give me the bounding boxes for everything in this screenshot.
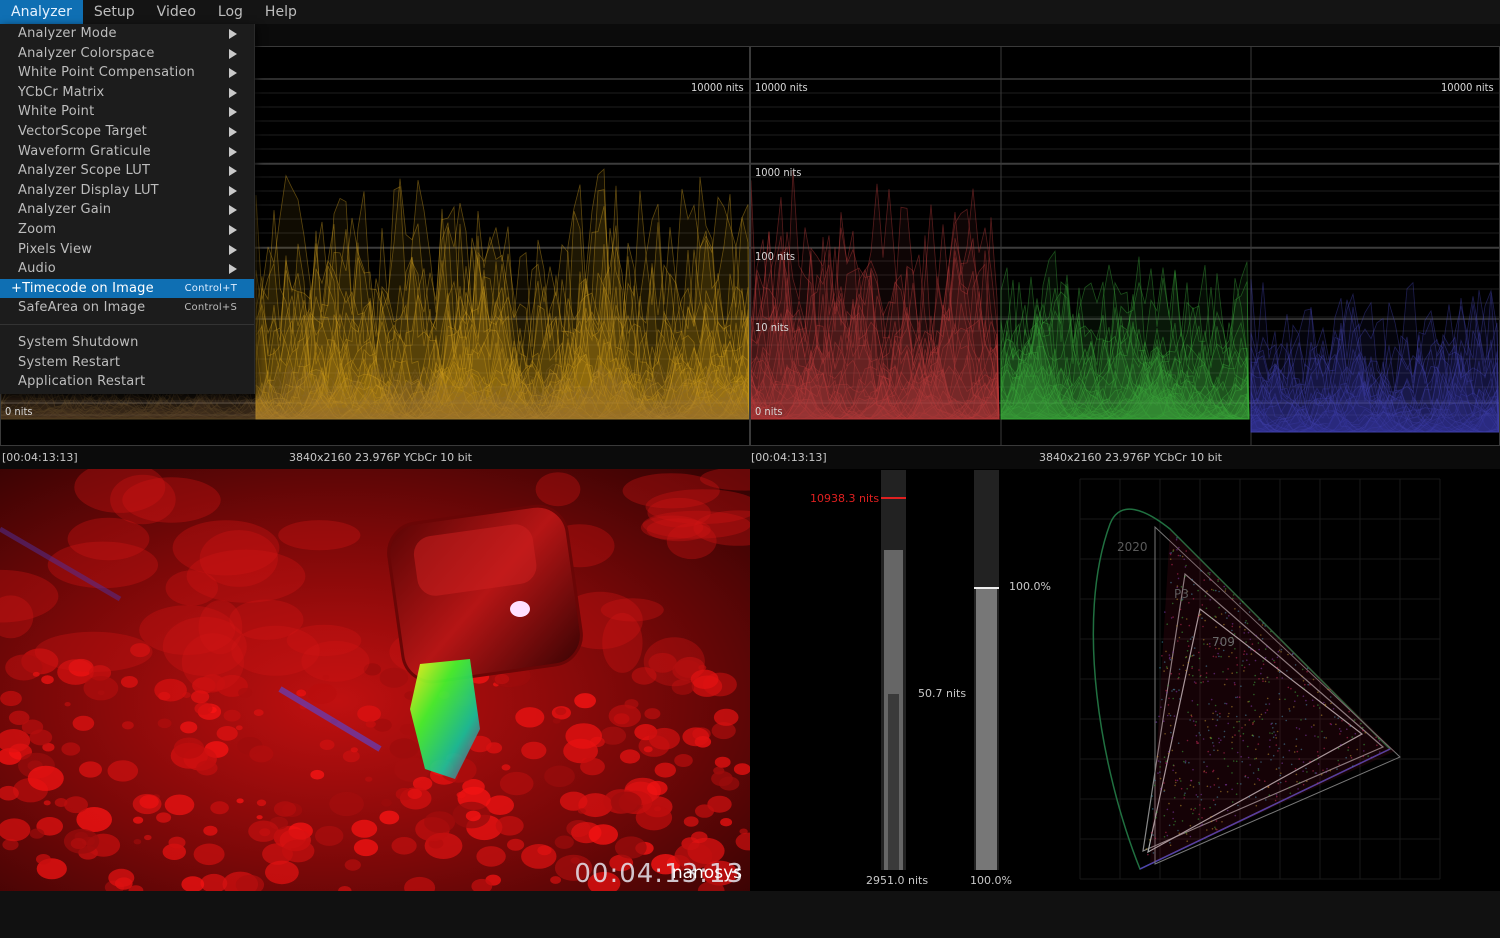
meters-gamut-panel: 10938.3 nits 50.7 nits 2951.0 nits 100.0… [750, 469, 1500, 891]
menu-item-analyzer-colorspace[interactable]: Analyzer Colorspace [0, 44, 254, 64]
menu-setup[interactable]: Setup [83, 0, 146, 24]
menu-item-label: Analyzer Scope LUT [18, 163, 151, 179]
nits-peak-label: 10938.3 nits [810, 492, 880, 505]
rgb-100-nits-label: 100 nits [755, 250, 796, 263]
menu-item-audio[interactable]: Audio [0, 259, 254, 279]
menu-item-pixels-view[interactable]: Pixels View [0, 240, 254, 260]
left-format-info: 3840x2160 23.976P YCbCr 10 bit [289, 451, 472, 464]
submenu-arrow-icon [229, 224, 237, 235]
rgb-10-nits-label: 10 nits [755, 321, 789, 334]
bottom-status-strip [0, 891, 1500, 938]
rgb-parade-plot [751, 47, 1499, 445]
submenu-arrow-icon [229, 185, 237, 196]
nits-avg-fill [888, 694, 899, 870]
nits-bottom-label: 2951.0 nits [866, 874, 929, 887]
nits-meter [881, 470, 906, 870]
nanosys-logo: nanosys [671, 863, 742, 883]
image-preview: 00:04:13:13 nanosys [0, 469, 750, 891]
menu-item-label: VectorScope Target [18, 123, 147, 139]
menu-log[interactable]: Log [207, 0, 254, 24]
submenu-arrow-icon [229, 126, 237, 137]
menu-video[interactable]: Video [146, 0, 207, 24]
menu-item-label: Analyzer Display LUT [18, 182, 159, 198]
rgb-10000-nits-left-label: 10000 nits [755, 81, 808, 94]
menu-item-safearea-on-image[interactable]: SafeArea on Image Control+S [0, 298, 254, 318]
menu-item-system-shutdown[interactable]: System Shutdown [0, 333, 254, 353]
menu-separator [0, 323, 254, 325]
gamut-709-label: 709 [1212, 635, 1235, 649]
submenu-arrow-icon [229, 68, 237, 79]
menu-item-label: +Timecode on Image [11, 280, 154, 296]
submenu-arrow-icon [229, 29, 237, 39]
analyzer-dropdown-menu: Analyzer Mode Analyzer Colorspace White Po… [0, 24, 255, 394]
gamut-2020-label: 2020 [1117, 540, 1148, 554]
submenu-arrow-icon [229, 146, 237, 157]
gamut-p3-label: P3 [1174, 587, 1189, 601]
preview-image [0, 469, 750, 891]
percent-meter [974, 470, 999, 870]
menu-item-shortcut: Control+T [184, 282, 237, 294]
menu-item-waveform-graticule[interactable]: Waveform Graticule [0, 142, 254, 162]
menu-help[interactable]: Help [254, 0, 308, 24]
right-format-info: 3840x2160 23.976P YCbCr 10 bit [1039, 451, 1222, 464]
menu-item-vectorscope-target[interactable]: VectorScope Target [0, 122, 254, 142]
rgb-parade-waveform-panel: 10000 nits 10000 nits 1000 nits 100 nits… [750, 46, 1500, 446]
menu-item-label: Analyzer Colorspace [18, 45, 155, 61]
menu-item-zoom[interactable]: Zoom [0, 220, 254, 240]
submenu-arrow-icon [229, 48, 237, 59]
submenu-arrow-icon [229, 107, 237, 118]
menu-item-system-restart[interactable]: System Restart [0, 353, 254, 373]
menu-item-label: Analyzer Mode [18, 26, 117, 41]
submenu-arrow-icon [229, 205, 237, 216]
left-timecode-info: [00:04:13:13] [2, 451, 78, 464]
menu-item-analyzer-scope-lut[interactable]: Analyzer Scope LUT [0, 161, 254, 181]
menu-item-white-point[interactable]: White Point [0, 102, 254, 122]
menu-item-label: Pixels View [18, 241, 93, 257]
menu-item-application-restart[interactable]: Application Restart [0, 372, 254, 392]
menu-item-analyzer-display-lut[interactable]: Analyzer Display LUT [0, 181, 254, 201]
submenu-arrow-icon [229, 244, 237, 255]
menu-item-label: SafeArea on Image [18, 300, 146, 316]
submenu-list: Analyzer Mode Analyzer Colorspace White Po… [0, 24, 254, 279]
luma-top-nits-label: 10000 nits [691, 81, 744, 94]
percent-top-label: 100.0% [1009, 580, 1051, 593]
menu-item-shortcut: Control+S [184, 302, 237, 314]
menu-item-timecode-on-image[interactable]: +Timecode on Image Control+T [0, 278, 254, 299]
menu-item-analyzer-gain[interactable]: Analyzer Gain [0, 200, 254, 220]
rgb-1000-nits-label: 1000 nits [755, 166, 802, 179]
nits-average-label: 50.7 nits [918, 687, 967, 700]
menu-item-label: White Point Compensation [18, 65, 195, 81]
rgb-10000-nits-right-label: 10000 nits [1441, 81, 1494, 94]
percent-fill [976, 588, 997, 870]
menu-item-white-point-compensation[interactable]: White Point Compensation [0, 63, 254, 83]
menu-item-label: Waveform Graticule [18, 143, 151, 159]
right-timecode-info: [00:04:13:13] [751, 451, 827, 464]
menu-bar: Analyzer Setup Video Log Help [0, 0, 1500, 24]
menu-item-label: Audio [18, 261, 56, 277]
submenu-arrow-icon [229, 166, 237, 177]
percent-bottom-label: 100.0% [970, 874, 1012, 887]
menu-item-label: YCbCr Matrix [18, 84, 105, 100]
submenu-arrow-icon [229, 87, 237, 98]
menu-analyzer[interactable]: Analyzer [0, 0, 83, 24]
meters-gamut-plot [881, 470, 1441, 880]
menu-item-label: Zoom [18, 221, 57, 237]
menu-item-label: White Point [18, 104, 95, 120]
cie-gamut-diagram [1079, 478, 1441, 880]
rgb-0-nits-label: 0 nits [755, 405, 783, 418]
submenu-arrow-icon [229, 264, 237, 275]
menu-item-label: Analyzer Gain [18, 202, 112, 218]
luma-bottom-nits-label: 0 nits [5, 405, 33, 418]
menu-item-analyzer-mode[interactable]: Analyzer Mode [0, 24, 254, 44]
menu-item-ycbcr-matrix[interactable]: YCbCr Matrix [0, 83, 254, 103]
